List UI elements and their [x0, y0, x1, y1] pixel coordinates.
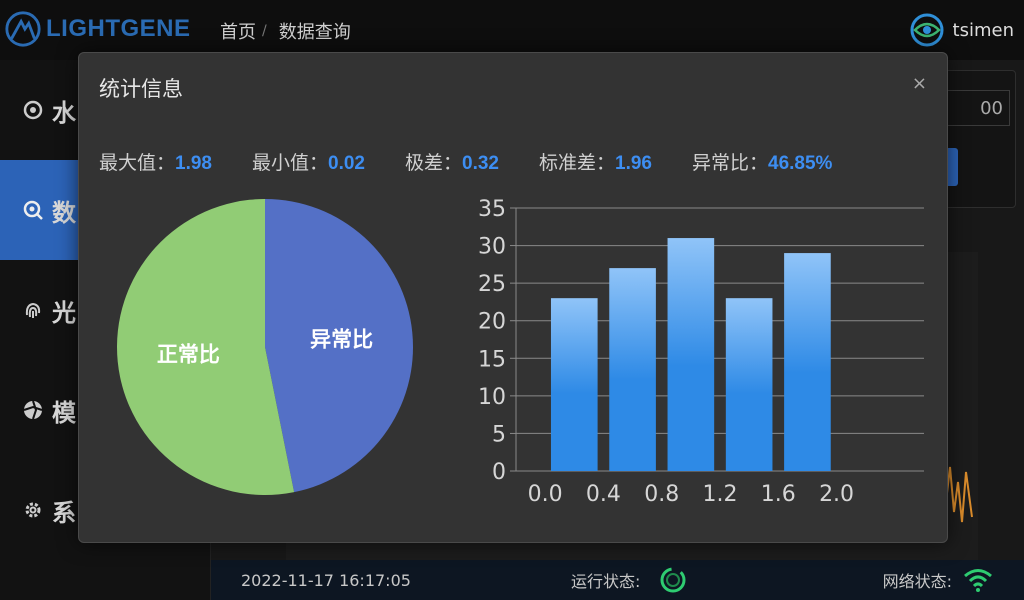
- x-tick-label: 1.2: [703, 482, 738, 507]
- stat-std: 标准差：1.96: [539, 148, 652, 174]
- stat-value: 0.02: [328, 153, 365, 174]
- breadcrumb-home[interactable]: 首页: [220, 18, 256, 44]
- y-tick-label: 35: [478, 197, 506, 222]
- y-tick-label: 20: [478, 310, 506, 335]
- pie-slice-label: 异常比: [310, 327, 373, 351]
- stat-label: 标准差：: [539, 152, 616, 174]
- search-data-icon: [23, 200, 43, 220]
- logo-text: LIGHTGENE: [46, 15, 191, 42]
- x-tick-label: 0.0: [528, 482, 563, 507]
- pie-slice-label: 正常比: [157, 343, 220, 367]
- stat-label: 极差：: [405, 152, 463, 174]
- x-tick-label: 0.4: [586, 482, 621, 507]
- stat-value: 0.32: [462, 153, 499, 174]
- stat-value: 46.85%: [768, 153, 833, 174]
- y-tick-label: 25: [478, 272, 506, 297]
- y-tick-label: 0: [492, 460, 506, 485]
- statistics-dialog: 统计信息 × 最大值：1.98 最小值：0.02 极差：0.32 标准差：1.9…: [78, 52, 948, 543]
- stat-label: 最大值：: [99, 152, 176, 174]
- distribution-bar-chart: 0 5 10 15 20 25 30 35 0.0 0.4 0.8 1.2 1.6 2.0: [478, 197, 924, 507]
- app-logo[interactable]: LIGHTGENE: [4, 10, 191, 48]
- status-bar: 2022-11-17 16:17:05 运行状态: 网络状态:: [211, 560, 1024, 600]
- stat-label: 异常比：: [692, 152, 769, 174]
- stat-abnormal-ratio: 异常比：46.85%: [692, 148, 833, 174]
- run-status: 运行状态:: [571, 565, 688, 595]
- stat-value: 1.96: [615, 153, 652, 174]
- sidebar-item-label: 模: [52, 398, 76, 427]
- close-icon[interactable]: ×: [912, 73, 927, 94]
- bar: [725, 298, 773, 471]
- aperture-icon: [23, 400, 43, 420]
- x-tick-label: 1.6: [761, 482, 796, 507]
- user-menu[interactable]: tsimen: [909, 12, 1014, 48]
- sidebar-item-label: 数: [52, 198, 76, 227]
- bar: [609, 268, 656, 471]
- breadcrumb: 首页 / 数据查询: [220, 18, 351, 44]
- user-avatar-icon: [910, 13, 944, 47]
- dialog-title: 统计信息: [99, 77, 183, 101]
- top-bar: LIGHTGENE 首页 / 数据查询 tsimen: [0, 0, 1024, 60]
- breadcrumb-separator: /: [262, 23, 267, 39]
- y-tick-label: 15: [478, 347, 506, 372]
- gear-icon: [25, 502, 41, 518]
- fingerprint-icon: [25, 302, 41, 318]
- network-status: 网络状态:: [883, 567, 994, 593]
- stat-min: 最小值：0.02: [252, 148, 365, 174]
- bar: [667, 238, 715, 471]
- x-tick-label: 0.8: [644, 482, 679, 507]
- stats-row: 最大值：1.98 最小值：0.02 极差：0.32 标准差：1.96 异常比：4…: [99, 148, 872, 174]
- y-tick-label: 10: [478, 385, 506, 410]
- run-status-icon: [660, 567, 686, 593]
- query-input[interactable]: 00: [940, 90, 1010, 126]
- breadcrumb-current: 数据查询: [278, 22, 351, 43]
- y-tick-label: 30: [478, 235, 506, 260]
- logo-icon: [5, 11, 41, 47]
- stat-range: 极差：0.32: [405, 148, 499, 174]
- y-tick-label: 5: [492, 422, 506, 447]
- stat-max: 最大值：1.98: [99, 148, 212, 174]
- bar: [550, 298, 598, 471]
- datetime: 2022-11-17 16:17:05: [241, 570, 411, 590]
- run-status-label: 运行状态:: [571, 572, 641, 591]
- network-status-label: 网络状态:: [882, 572, 952, 591]
- x-tick-label: 2.0: [819, 482, 854, 507]
- bar: [784, 253, 831, 471]
- ratio-pie-chart: 异常比正常比: [117, 199, 414, 495]
- sidebar-item-label: 光: [52, 298, 76, 327]
- stat-value: 1.98: [175, 153, 212, 174]
- sidebar-item-label: 系: [52, 498, 76, 527]
- user-name: tsimen: [952, 19, 1014, 41]
- stat-label: 最小值：: [252, 152, 329, 174]
- wifi-icon: [964, 569, 992, 592]
- sidebar-item-label: 水: [52, 98, 76, 127]
- globe-icon: [23, 100, 43, 120]
